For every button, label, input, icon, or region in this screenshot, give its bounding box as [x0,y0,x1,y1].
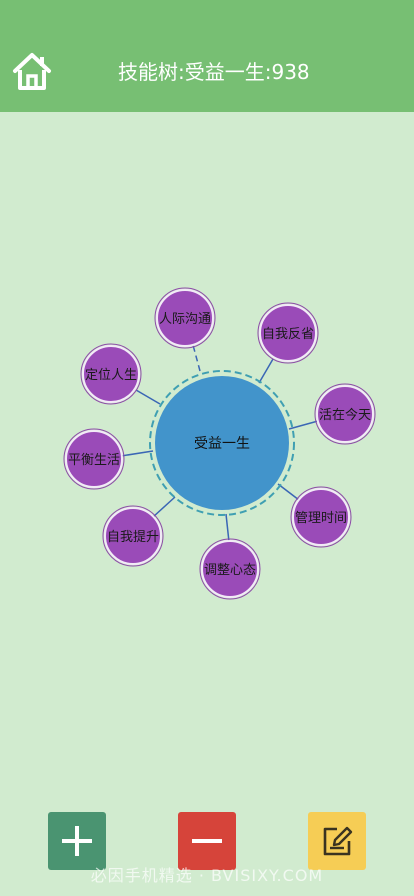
remove-skill-button[interactable] [178,812,236,870]
add-skill-button[interactable] [48,812,106,870]
skill-label: 管理时间 [295,511,347,526]
skill-label: 活在今天 [319,407,371,423]
skill-label: 人际沟通 [159,312,211,327]
edit-skill-button[interactable] [308,812,366,870]
skill-node-4[interactable]: 调整心态 [199,538,261,600]
skill-label: 定位人生 [85,368,137,383]
skill-node-0[interactable]: 人际沟通 [154,287,216,349]
skill-node-6[interactable]: 平衡生活 [63,428,125,490]
skill-label: 平衡生活 [68,453,120,468]
skill-label: 自我反省 [262,327,314,342]
skill-tree: 受益一生 人际沟通 自我反省 活在今天 管理时间 调整心态 自我提升 平衡生活 [63,287,376,600]
skill-label: 自我提升 [107,529,159,545]
edit-icon [323,826,353,856]
skill-label: 调整心态 [204,563,256,578]
skill-node-2[interactable]: 活在今天 [314,383,376,445]
skill-node-5[interactable]: 自我提升 [102,505,164,567]
skill-node-3[interactable]: 管理时间 [290,486,352,548]
skill-node-1[interactable]: 自我反省 [257,302,319,364]
center-node-label: 受益一生 [194,436,250,452]
minus-icon [192,839,222,843]
skill-node-7[interactable]: 定位人生 [80,343,142,405]
center-node[interactable]: 受益一生 [149,370,295,516]
plus-icon [62,826,92,856]
